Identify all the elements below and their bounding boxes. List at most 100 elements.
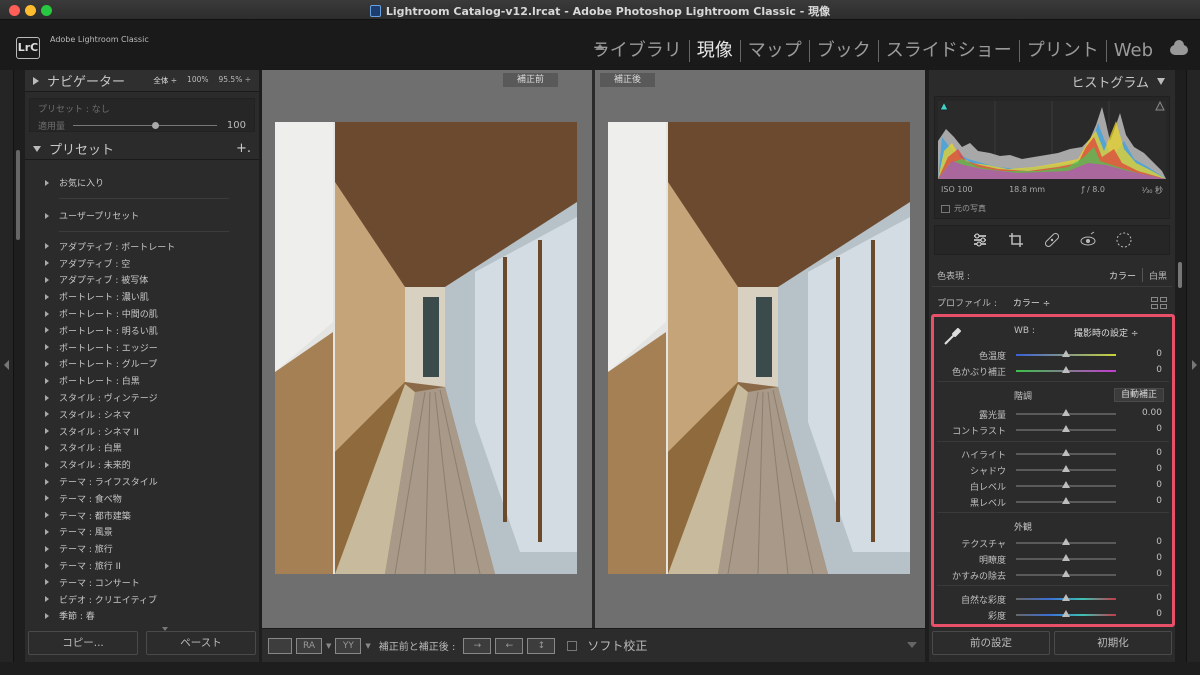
- expand-triangle-icon[interactable]: [33, 76, 39, 85]
- expand-triangle-icon[interactable]: [45, 293, 49, 300]
- treatment-color-button[interactable]: カラー: [1109, 269, 1136, 282]
- zoom-100[interactable]: 100%: [187, 75, 208, 86]
- slider-track[interactable]: [1016, 610, 1116, 617]
- reset-button[interactable]: 初期化: [1054, 631, 1172, 655]
- preset-item[interactable]: スタイル : シネマ: [45, 406, 259, 423]
- slider-blacks[interactable]: 黒レベル 0: [934, 495, 1172, 509]
- preset-item[interactable]: テーマ : 風景: [45, 524, 259, 541]
- left-panel-scrollbar[interactable]: [16, 150, 20, 240]
- slider-track[interactable]: [1016, 570, 1116, 577]
- slider-highlights[interactable]: ハイライト 0: [934, 447, 1172, 461]
- preset-item[interactable]: テーマ : 旅行 II: [45, 557, 259, 574]
- expand-triangle-icon[interactable]: [45, 478, 49, 485]
- slider-track[interactable]: [1016, 350, 1116, 357]
- amount-slider-thumb[interactable]: [152, 122, 160, 129]
- zoom-custom[interactable]: 95.5% ÷: [219, 75, 252, 86]
- expand-triangle-icon[interactable]: [45, 444, 49, 451]
- right-panel-scrollbar[interactable]: [1178, 262, 1182, 288]
- dropdown-arrow-icon[interactable]: ▼: [326, 642, 331, 650]
- slider-value[interactable]: 0.00: [1142, 408, 1162, 418]
- slider-thumb[interactable]: [1062, 594, 1070, 601]
- copy-settings-button[interactable]: コピー...: [28, 631, 138, 655]
- original-photo-icon[interactable]: [941, 204, 950, 213]
- expand-triangle-icon[interactable]: [45, 528, 49, 535]
- before-after-lr-button[interactable]: RA: [296, 637, 322, 654]
- expand-triangle-icon[interactable]: [45, 579, 49, 586]
- expand-triangle-icon[interactable]: [45, 260, 49, 267]
- slider-track[interactable]: [1016, 366, 1116, 373]
- expand-triangle-icon[interactable]: [45, 562, 49, 569]
- collapse-left-arrow-icon[interactable]: [4, 360, 9, 370]
- slider-vibrance[interactable]: 自然な彩度 0: [934, 592, 1172, 606]
- slider-track[interactable]: [1016, 497, 1116, 504]
- slider-thumb[interactable]: [1062, 570, 1070, 577]
- expand-triangle-icon[interactable]: [45, 179, 49, 186]
- expand-triangle-icon[interactable]: [45, 327, 49, 334]
- profile-dropdown[interactable]: カラー ÷: [1013, 296, 1050, 309]
- module-book[interactable]: ブック: [810, 40, 879, 62]
- slider-track[interactable]: [1016, 449, 1116, 456]
- expand-triangle-icon[interactable]: [45, 394, 49, 401]
- dropdown-arrow-icon[interactable]: ▼: [365, 642, 370, 650]
- preset-group-favorites[interactable]: お気に入り: [45, 166, 259, 199]
- preset-item[interactable]: ポートレート : グループ: [45, 356, 259, 373]
- collapse-triangle-icon[interactable]: [1157, 77, 1165, 85]
- expand-triangle-icon[interactable]: [45, 495, 49, 502]
- histogram-header[interactable]: ヒストグラム: [929, 70, 1175, 92]
- histogram[interactable]: ISO 100 18.8 mm ƒ / 8.0 ¹⁄₃₀ 秒 元の写真: [934, 96, 1170, 219]
- cloud-sync-icon[interactable]: [1170, 40, 1188, 55]
- before-pane[interactable]: 補正前: [262, 70, 592, 628]
- navigator-header[interactable]: ナビゲーター 全体 ÷ 100% 95.5% ÷: [25, 70, 259, 92]
- expand-triangle-icon[interactable]: [45, 428, 49, 435]
- slider-value[interactable]: 0: [1156, 553, 1162, 563]
- expand-triangle-icon[interactable]: [45, 243, 49, 250]
- slider-value[interactable]: 0: [1156, 365, 1162, 375]
- module-slideshow[interactable]: スライドショー: [879, 40, 1020, 62]
- wb-dropdown[interactable]: 撮影時の設定 ÷: [1074, 326, 1138, 339]
- preset-item[interactable]: アダプティブ : 空: [45, 255, 259, 272]
- slider-value[interactable]: 0: [1156, 349, 1162, 359]
- highlight-clipping-icon[interactable]: [1155, 101, 1165, 111]
- slider-track[interactable]: [1016, 554, 1116, 561]
- preset-item[interactable]: ポートレート : 中間の肌: [45, 305, 259, 322]
- edit-sliders-icon[interactable]: [971, 231, 989, 249]
- expand-triangle-icon[interactable]: [45, 612, 49, 619]
- masking-icon[interactable]: [1115, 231, 1133, 249]
- slider-thumb[interactable]: [1062, 497, 1070, 504]
- slider-saturation[interactable]: 彩度 0: [934, 608, 1172, 622]
- slider-value[interactable]: 0: [1156, 424, 1162, 434]
- slider-track[interactable]: [1016, 425, 1116, 432]
- preset-group-user[interactable]: ユーザープリセット: [45, 199, 259, 232]
- paste-settings-button[interactable]: ペースト: [146, 631, 256, 655]
- previous-settings-button[interactable]: 前の設定: [932, 631, 1050, 655]
- preset-item[interactable]: テーマ : コンサート: [45, 574, 259, 591]
- slider-clarity[interactable]: 明瞭度 0: [934, 552, 1172, 566]
- add-preset-button[interactable]: +.: [236, 141, 251, 156]
- slider-thumb[interactable]: [1062, 350, 1070, 357]
- original-photo-toggle[interactable]: 元の写真: [941, 203, 986, 214]
- copy-after-to-before-button[interactable]: ←: [495, 637, 524, 654]
- slider-track[interactable]: [1016, 594, 1116, 601]
- slider-value[interactable]: 0: [1156, 609, 1162, 619]
- treatment-bw-button[interactable]: 白黒: [1149, 269, 1167, 282]
- amount-slider[interactable]: [73, 122, 217, 129]
- after-pane[interactable]: 補正後: [595, 70, 925, 628]
- loupe-view-button[interactable]: [268, 637, 292, 654]
- right-panel-edge[interactable]: [1186, 70, 1200, 662]
- preset-item[interactable]: テーマ : 食べ物: [45, 490, 259, 507]
- copy-before-to-after-button[interactable]: →: [463, 637, 492, 654]
- preset-item[interactable]: ポートレート : エッジー: [45, 339, 259, 356]
- module-map[interactable]: マップ: [741, 40, 810, 62]
- slider-exposure[interactable]: 露光量 0.00: [934, 407, 1172, 421]
- preset-item[interactable]: アダプティブ : ポートレート: [45, 238, 259, 255]
- slider-whites[interactable]: 白レベル 0: [934, 479, 1172, 493]
- slider-thumb[interactable]: [1062, 481, 1070, 488]
- preset-item[interactable]: スタイル : 未来的: [45, 456, 259, 473]
- preset-item[interactable]: アダプティブ : 被写体: [45, 272, 259, 289]
- slider-value[interactable]: 0: [1156, 593, 1162, 603]
- preset-item[interactable]: スタイル : シネマ II: [45, 423, 259, 440]
- slider-thumb[interactable]: [1062, 409, 1070, 416]
- preset-item[interactable]: スタイル : 白黒: [45, 440, 259, 457]
- presets-header[interactable]: プリセット +.: [25, 138, 259, 160]
- slider-value[interactable]: 0: [1156, 464, 1162, 474]
